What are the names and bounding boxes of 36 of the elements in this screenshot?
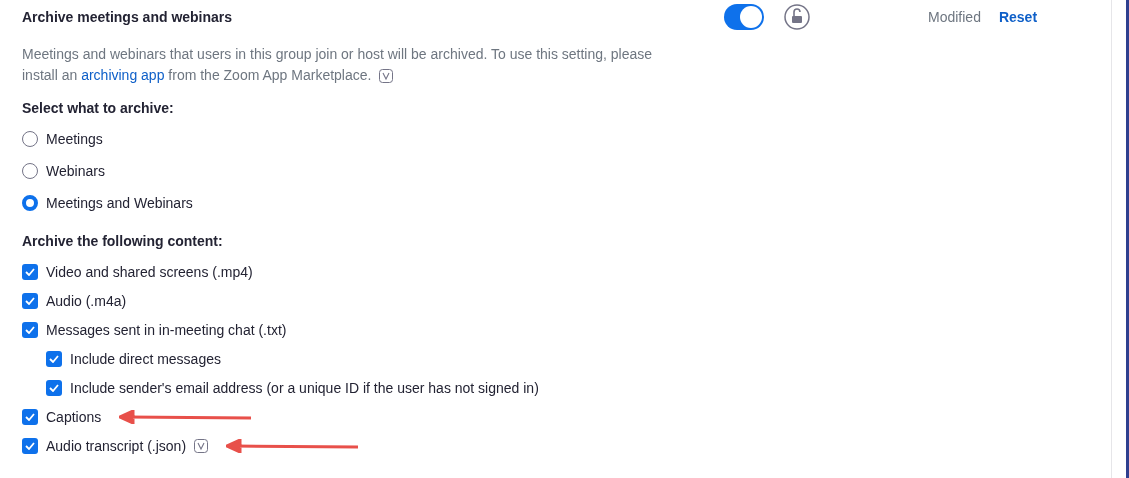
checkbox-label: Video and shared screens (.mp4) <box>46 264 253 280</box>
section-heading: Archive the following content: <box>22 233 224 249</box>
checkbox[interactable] <box>46 351 62 367</box>
archiving-app-link[interactable]: archiving app <box>81 67 165 83</box>
checkbox-label: Audio transcript (.json) <box>46 438 187 454</box>
checkmark-icon <box>25 442 35 450</box>
checkbox[interactable] <box>22 438 38 454</box>
checkbox[interactable] <box>46 380 62 396</box>
section-heading: Select what to archive: <box>22 100 175 116</box>
checkmark-icon <box>25 297 35 305</box>
info-icon[interactable] <box>194 439 209 453</box>
checkmark-icon <box>25 413 35 421</box>
reset-link[interactable]: Reset <box>998 9 1038 25</box>
radio-label: Meetings <box>46 131 103 147</box>
radio-label: Meetings and Webinars <box>46 195 193 211</box>
checkmark-icon <box>49 384 59 392</box>
setting-description: Meetings and webinars that users in this group join or host will be archived. To use this setting, please install an archiving app from the Zoom App Marketplace. <box>22 45 654 86</box>
toggle-switch[interactable] <box>724 4 764 30</box>
checkmark-icon <box>49 355 59 363</box>
checkbox[interactable] <box>22 322 38 338</box>
radio-button[interactable] <box>22 195 38 211</box>
checkbox-label: Include direct messages <box>70 351 221 367</box>
checkbox[interactable] <box>22 293 38 309</box>
checkbox-label: Captions <box>46 409 102 425</box>
checkmark-icon <box>25 326 35 334</box>
checkbox-label: Include sender's email address (or a unique ID if the user has not signed in) <box>70 380 539 396</box>
setting-title: Archive meetings and webinars <box>22 9 234 25</box>
unlocked-lock-icon[interactable] <box>784 4 810 30</box>
checkbox[interactable] <box>22 409 38 425</box>
info-icon[interactable] <box>379 69 394 84</box>
checkbox-label: Audio (.m4a) <box>46 293 127 309</box>
checkbox[interactable] <box>22 264 38 280</box>
checkbox-label: Messages sent in in-meeting chat (.txt) <box>46 322 287 338</box>
checkmark-icon <box>25 268 35 276</box>
radio-label: Webinars <box>46 163 105 179</box>
status-text: Modified <box>928 9 981 25</box>
